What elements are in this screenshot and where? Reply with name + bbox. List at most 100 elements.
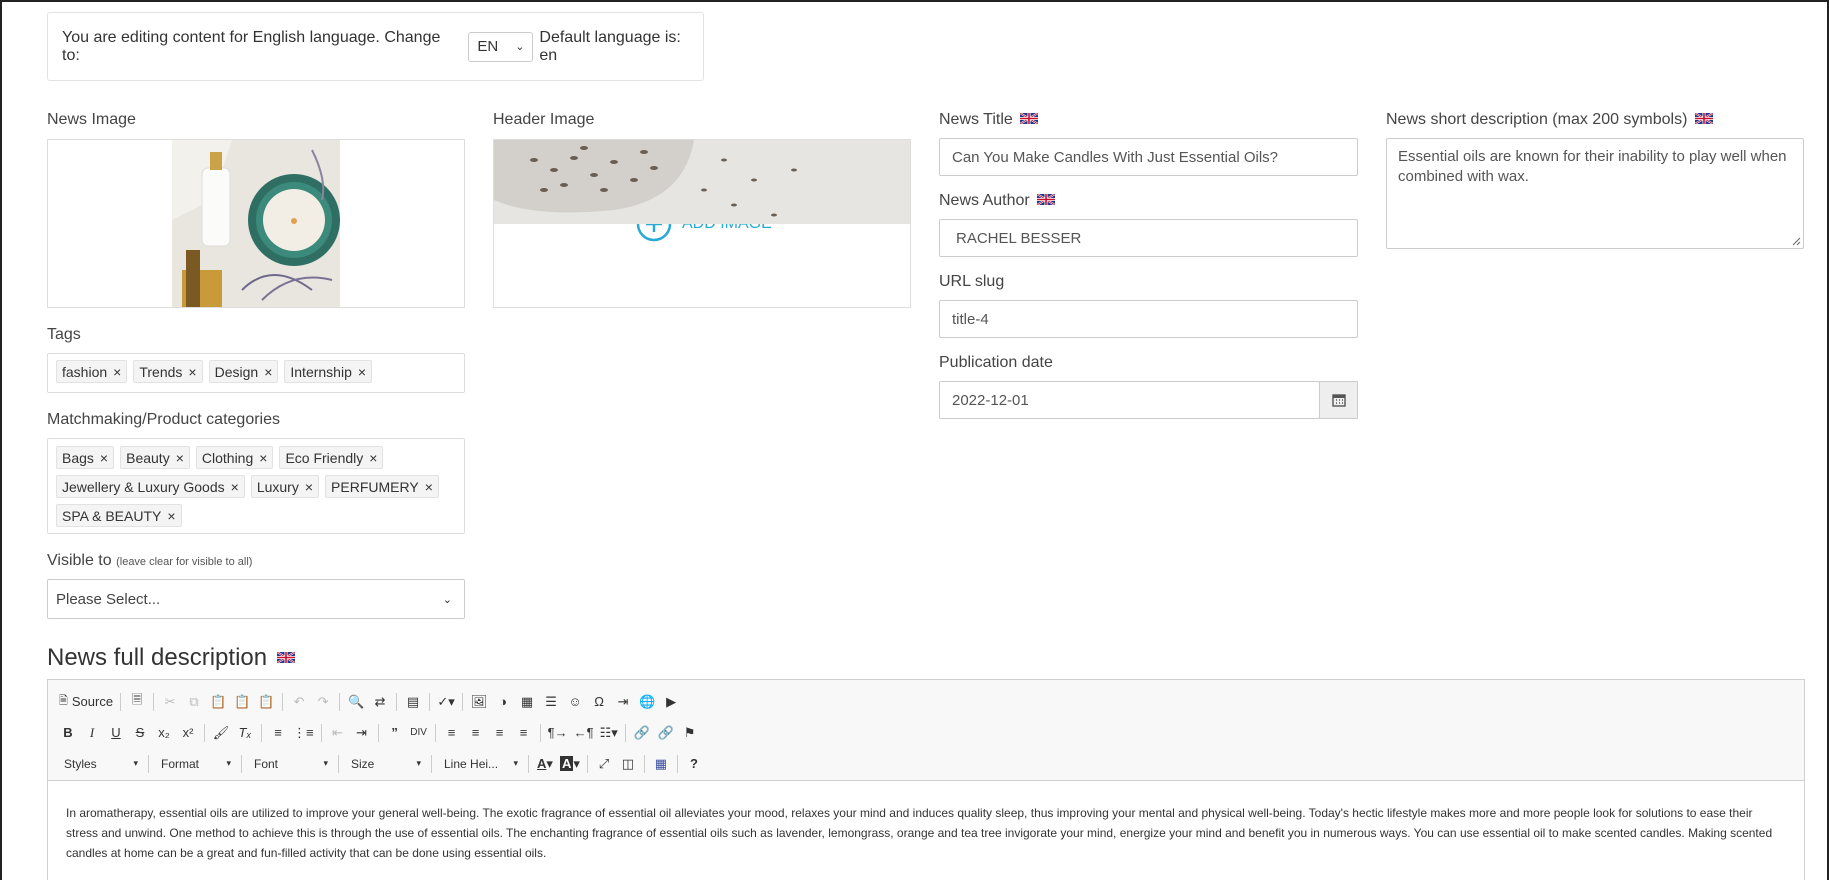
tags-input[interactable]: fashion × Trends × Design × Internship × xyxy=(47,353,465,393)
remove-category-icon[interactable]: × xyxy=(425,478,433,496)
cut-icon[interactable]: ✂ xyxy=(158,690,182,714)
help-icon[interactable]: ? xyxy=(682,752,706,776)
paste-word-icon[interactable]: 📋 xyxy=(254,690,278,714)
source-button[interactable]: 🗎 Source xyxy=(56,690,116,714)
remove-category-icon[interactable]: × xyxy=(305,478,313,496)
short-description-textarea[interactable]: Essential oils are known for their inabi… xyxy=(1386,138,1804,249)
redo-icon[interactable]: ↷ xyxy=(311,690,335,714)
align-left-icon[interactable]: ≡ xyxy=(440,721,464,745)
category-chip-label: SPA & BEAUTY xyxy=(62,507,162,524)
remove-category-icon[interactable]: × xyxy=(100,449,108,467)
toolbar-separator xyxy=(539,723,541,742)
url-slug-input[interactable]: title-4 xyxy=(939,300,1358,338)
size-dropdown[interactable]: Size ▾ xyxy=(343,752,427,776)
paste-icon[interactable]: 📋 xyxy=(206,690,230,714)
remove-category-icon[interactable]: × xyxy=(369,449,377,467)
spellcheck-icon[interactable]: ✓▾ xyxy=(434,690,458,714)
align-center-icon[interactable]: ≡ xyxy=(464,721,488,745)
unlink-icon[interactable]: 🔗 xyxy=(654,721,678,745)
remove-tag-icon[interactable]: × xyxy=(188,363,196,381)
page-break-icon[interactable]: ⇥ xyxy=(611,690,635,714)
strikethrough-icon[interactable]: S xyxy=(128,721,152,745)
remove-category-icon[interactable]: × xyxy=(167,507,175,525)
remove-tag-icon[interactable]: × xyxy=(113,363,121,381)
outdent-icon[interactable]: ⇤ xyxy=(326,721,350,745)
news-title-input[interactable]: Can You Make Candles With Just Essential… xyxy=(939,138,1358,176)
editor-content-area[interactable]: In aromatherapy, essential oils are util… xyxy=(48,781,1804,880)
remove-tag-icon[interactable]: × xyxy=(358,363,366,381)
uk-flag-icon xyxy=(1020,113,1039,125)
header-image-photo xyxy=(494,140,910,224)
text-direction-ltr-icon[interactable]: ¶→ xyxy=(545,721,571,745)
styles-dropdown[interactable]: Styles ▾ xyxy=(56,752,144,776)
align-right-icon[interactable]: ≡ xyxy=(488,721,512,745)
find-icon[interactable]: 🔍 xyxy=(344,690,368,714)
bold-icon[interactable]: B xyxy=(56,721,80,745)
remove-tag-icon[interactable]: × xyxy=(264,363,272,381)
maximize-icon[interactable]: ⤢ xyxy=(592,752,616,776)
subscript-icon[interactable]: x₂ xyxy=(152,721,176,745)
publication-date-input[interactable]: 2022-12-01 xyxy=(939,381,1320,419)
uk-flag-icon xyxy=(1037,194,1056,206)
blockquote-icon[interactable]: ” xyxy=(383,721,407,745)
format-dropdown[interactable]: Format ▾ xyxy=(153,752,237,776)
background-color-icon[interactable]: A ▾ xyxy=(557,752,583,776)
bulleted-list-icon[interactable]: ⋮≡ xyxy=(290,721,317,745)
superscript-icon[interactable]: x² xyxy=(176,721,200,745)
visible-to-select[interactable]: Please Select... ⌄ xyxy=(47,579,465,619)
anchor-flag-icon[interactable]: ⚑ xyxy=(678,721,702,745)
news-author-input[interactable]: RACHEL BESSER xyxy=(939,219,1358,257)
paste-text-icon[interactable]: 📋 xyxy=(230,690,254,714)
text-color-icon[interactable]: A ▾ xyxy=(533,752,557,776)
short-description-label-group: News short description (max 200 symbols) xyxy=(1386,111,1713,129)
category-chip-label: PERFUMERY xyxy=(331,478,419,495)
replace-icon[interactable]: ⇄ xyxy=(368,690,392,714)
image-icon[interactable]: 🖼 xyxy=(467,690,491,714)
font-dropdown[interactable]: Font ▾ xyxy=(246,752,334,776)
youtube-icon[interactable]: ▶ xyxy=(659,690,683,714)
link-icon[interactable]: 🔗 xyxy=(630,721,654,745)
copy-format-icon[interactable]: 🖌 xyxy=(209,721,233,745)
news-image-box[interactable] xyxy=(47,139,465,308)
numbered-list-icon[interactable]: ≡ xyxy=(266,721,290,745)
line-height-dropdown[interactable]: Line Hei... ▾ xyxy=(436,752,524,776)
uk-flag-icon xyxy=(1694,113,1713,125)
show-blocks-icon[interactable]: ◫ xyxy=(616,752,640,776)
select-all-icon[interactable]: ▤ xyxy=(401,690,425,714)
table-icon[interactable]: ▦ xyxy=(515,690,539,714)
remove-category-icon[interactable]: × xyxy=(259,449,267,467)
remove-format-icon[interactable]: Tₓ xyxy=(233,721,257,745)
undo-icon[interactable]: ↶ xyxy=(287,690,311,714)
news-image-label: News Image xyxy=(47,111,136,128)
templates-grid-icon[interactable]: ▦ xyxy=(649,752,673,776)
resize-handle-icon[interactable] xyxy=(1791,236,1801,246)
text-direction-rtl-icon[interactable]: ←¶ xyxy=(571,721,597,745)
tag-chip: Design × xyxy=(208,360,279,383)
iframe-icon[interactable]: 🌐 xyxy=(635,690,659,714)
smiley-icon[interactable]: ☺ xyxy=(563,690,587,714)
toolbar-separator xyxy=(528,754,529,773)
line-height-label: Line Hei... xyxy=(444,756,499,771)
remove-category-icon[interactable]: × xyxy=(176,449,184,467)
header-image-box[interactable]: ADD IMAGE xyxy=(493,139,911,308)
div-container-icon[interactable]: DIV xyxy=(407,721,431,745)
language-icon[interactable]: ☷▾ xyxy=(597,721,621,745)
tag-chip-label: Trends xyxy=(139,363,183,380)
horizontal-rule-icon[interactable]: ☰ xyxy=(539,690,563,714)
toolbar-separator xyxy=(282,692,284,711)
justify-icon[interactable]: ≡ xyxy=(512,721,536,745)
font-label: Font xyxy=(254,756,279,771)
new-page-icon[interactable]: 🗏 xyxy=(125,690,149,714)
flash-icon[interactable]: ◑ xyxy=(491,690,515,714)
underline-icon[interactable]: U xyxy=(104,721,128,745)
categories-input[interactable]: Bags × Beauty × Clothing × Eco Friendly × Jewell… xyxy=(47,438,465,534)
category-chip-label: Eco Friendly xyxy=(285,449,364,466)
remove-category-icon[interactable]: × xyxy=(231,478,239,496)
language-select[interactable]: EN ⌄ xyxy=(468,31,534,62)
calendar-button[interactable] xyxy=(1319,381,1358,419)
indent-icon[interactable]: ⇥ xyxy=(350,721,374,745)
special-char-icon[interactable]: Ω xyxy=(587,690,611,714)
copy-icon[interactable]: ⧉ xyxy=(182,690,206,714)
dropdown-arrow-icon: ▾ xyxy=(416,758,421,768)
italic-icon[interactable]: I xyxy=(80,721,104,745)
